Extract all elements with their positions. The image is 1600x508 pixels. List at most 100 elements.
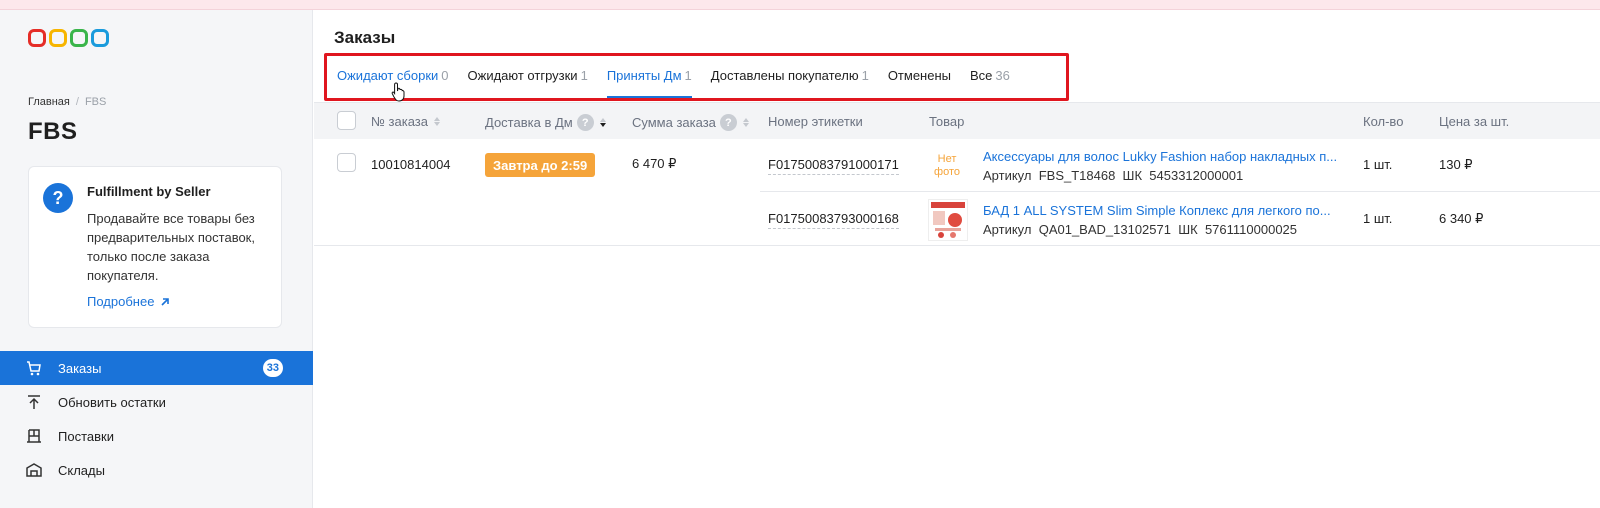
sort-icon (742, 118, 749, 127)
label-number[interactable]: F01750083793000168 (768, 211, 899, 229)
tab-delivered[interactable]: Доставлены покупателю 1 (711, 66, 869, 98)
tab-label: Ожидают сборки (337, 68, 439, 83)
sidebar-item-label: Склады (58, 462, 105, 478)
tab-label: Ожидают отгрузки (467, 68, 578, 83)
orders-count-badge: 33 (262, 359, 283, 377)
logo-square-red (28, 29, 46, 47)
tab-accepted-dm[interactable]: Приняты Дм 1 (606, 66, 692, 98)
article-label: Артикул (983, 168, 1032, 183)
tab-label: Все (969, 68, 993, 83)
upload-icon (26, 394, 42, 410)
sidebar-item-label: Обновить остатки (58, 394, 166, 410)
brand-logo[interactable] (28, 29, 109, 47)
warehouse-rack-icon (26, 428, 42, 444)
main-content: Заказы Ожидают сборки 0 Ожидают отгрузки 1… (314, 10, 1600, 508)
column-quantity: Кол-во (1363, 114, 1403, 129)
info-card-text: Продавайте все товары без предварительны… (87, 211, 255, 283)
logo-square-green (70, 29, 88, 47)
product-meta: Артикул FBS_T18468 ШК 5453312000001 (983, 168, 1348, 183)
column-label: Доставка в Дм (485, 115, 573, 130)
row-checkbox[interactable] (337, 153, 356, 172)
product-meta: Артикул QA01_BAD_13102571 ШК 57611100000… (983, 222, 1348, 237)
logo-square-blue (91, 29, 109, 47)
order-sum: 6 470 ₽ (632, 156, 677, 171)
column-label: Номер этикетки (768, 114, 863, 129)
section-title: FBS (28, 118, 78, 145)
sort-icon (599, 118, 606, 127)
orders-table-header: № заказа Доставка в Дм ? Сумма заказа ? … (314, 102, 1600, 139)
order-number[interactable]: 10010814004 (371, 157, 451, 172)
hand-cursor-icon (391, 82, 405, 102)
tab-count: 1 (580, 68, 588, 83)
column-label: Товар (929, 114, 965, 129)
column-order-sum[interactable]: Сумма заказа ? (632, 114, 749, 131)
column-label-number: Номер этикетки (768, 114, 863, 129)
sidebar-item-update-stock[interactable]: Обновить остатки (0, 385, 313, 419)
tab-count: 0 (441, 68, 449, 83)
tab-awaiting-shipment[interactable]: Ожидают отгрузки 1 (468, 66, 588, 98)
product-info: Аксессуары для волос Lukky Fashion набор… (983, 149, 1348, 183)
breadcrumb-current: FBS (84, 96, 107, 108)
breadcrumb: Главная / FBS (28, 96, 106, 108)
sidebar: Главная / FBS FBS ? Fulfillment by Seller … (0, 10, 313, 508)
help-icon[interactable]: ? (719, 114, 737, 131)
delivery-deadline-badge: Завтра до 2:59 (485, 153, 596, 177)
item-price: 130 ₽ (1439, 157, 1473, 172)
item-divider (760, 191, 1600, 192)
item-quantity: 1 шт. (1363, 157, 1393, 172)
column-delivery[interactable]: Доставка в Дм ? (485, 114, 606, 131)
no-photo-placeholder: Нет фото (934, 153, 960, 178)
row-divider (314, 245, 1600, 246)
tab-label: Приняты Дм (606, 68, 682, 83)
product-info: БАД 1 ALL SYSTEM Slim Simple Коплекс для… (983, 203, 1348, 237)
sidebar-nav: Заказы 33 Обновить остатки Поставки Скла… (0, 351, 313, 487)
logo-square-yellow (49, 29, 67, 47)
column-label: № заказа (371, 114, 428, 129)
arrow-up-right-icon (161, 297, 170, 306)
sidebar-item-label: Поставки (58, 428, 114, 444)
tab-label: Доставлены покупателю (710, 68, 859, 83)
article-label: Артикул (983, 222, 1032, 237)
column-unit-price: Цена за шт. (1439, 114, 1509, 129)
tab-count: 1 (861, 68, 869, 83)
breadcrumb-home[interactable]: Главная (28, 96, 70, 108)
question-icon: ? (43, 183, 73, 213)
item-quantity: 1 шт. (1363, 211, 1393, 226)
barcode-label: ШК (1122, 168, 1143, 183)
fbs-info-card: ? Fulfillment by Seller Продавайте все т… (28, 166, 282, 328)
tab-count: 36 (995, 68, 1010, 83)
column-order-number[interactable]: № заказа (371, 114, 440, 129)
article-value: QA01_BAD_13102571 (1038, 222, 1171, 237)
sidebar-item-warehouses[interactable]: Склады (0, 453, 313, 487)
order-status-tabs: Ожидают сборки 0 Ожидают отгрузки 1 Принят… (337, 66, 1029, 98)
product-image-icon (931, 202, 965, 238)
barcode-value: 5761110000025 (1204, 222, 1298, 237)
sidebar-item-label: Заказы (58, 360, 102, 376)
product-thumbnail[interactable] (928, 199, 968, 241)
help-icon[interactable]: ? (576, 114, 594, 131)
sort-icon (434, 117, 440, 126)
product-title-link[interactable]: Аксессуары для волос Lukky Fashion набор… (983, 149, 1348, 164)
more-link-label: Подробнее (87, 294, 155, 309)
sidebar-item-supplies[interactable]: Поставки (0, 419, 313, 453)
column-label: Цена за шт. (1439, 114, 1510, 129)
item-price: 6 340 ₽ (1439, 211, 1484, 226)
sidebar-item-orders[interactable]: Заказы 33 (0, 351, 313, 385)
tab-count: 1 (684, 68, 692, 83)
tab-cancelled[interactable]: Отменены (888, 66, 951, 98)
warehouse-icon (26, 462, 42, 478)
barcode-label: ШК (1178, 222, 1198, 237)
info-card-title: Fulfillment by Seller (87, 184, 211, 199)
product-title-link[interactable]: БАД 1 ALL SYSTEM Slim Simple Коплекс для… (983, 203, 1348, 218)
page-title: Заказы (334, 28, 396, 47)
tab-label: Отменены (887, 68, 951, 83)
column-label: Кол-во (1363, 114, 1404, 129)
column-product: Товар (929, 114, 964, 129)
barcode-value: 5453312000001 (1149, 168, 1244, 183)
label-number[interactable]: F01750083791000171 (768, 157, 899, 175)
tab-all[interactable]: Все 36 (970, 66, 1010, 98)
select-all-checkbox[interactable] (337, 111, 356, 130)
more-link[interactable]: Подробнее (87, 294, 170, 309)
article-value: FBS_T18468 (1038, 168, 1116, 183)
column-label: Сумма заказа (632, 115, 716, 130)
